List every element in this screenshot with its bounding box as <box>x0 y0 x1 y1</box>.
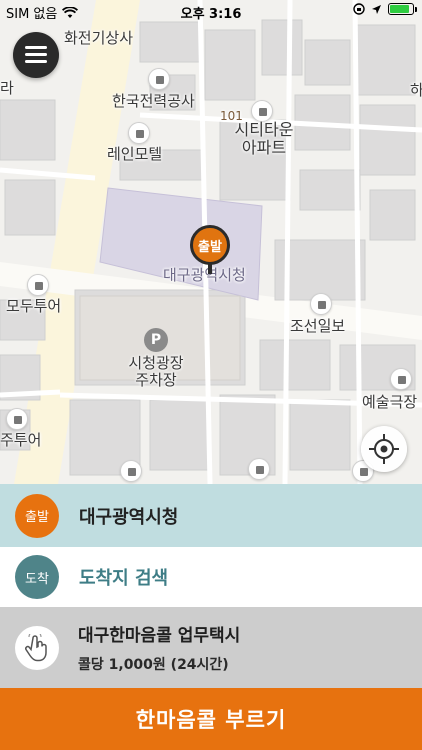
map-view[interactable]: 화전기상사 라 하 한국전력공사 101 시티타운 아파트 레인모텔 대구광역시… <box>0 0 422 484</box>
hamburger-icon-line-1 <box>25 46 47 49</box>
map-label-city-town: 시티타운 아파트 <box>227 120 301 158</box>
lock-rotation-icon <box>353 3 365 15</box>
start-badge: 출발 <box>15 493 59 538</box>
location-arrow-icon <box>372 4 381 14</box>
start-location-text: 대구광역시청 <box>79 506 179 528</box>
battery-icon <box>388 3 417 15</box>
taxi-service-name: 대구한마음콜 업무택시 <box>78 626 241 646</box>
taxi-info: 대구한마음콜 업무택시 콜당 1,000원 (24시간) <box>78 621 240 674</box>
map-label-rain-motel: 레인모텔 <box>107 145 163 163</box>
map-label-chosun: 조선일보 <box>290 317 346 335</box>
menu-button[interactable] <box>13 32 59 78</box>
poi-motel-marker[interactable] <box>128 122 150 144</box>
map-label-right-edge: 하 <box>410 81 422 99</box>
poi-chosun-marker[interactable] <box>310 293 332 315</box>
map-label-parking-line2: 주차장 <box>135 371 177 390</box>
tap-hand-icon <box>15 625 59 670</box>
poi-kepco-marker[interactable] <box>148 68 170 90</box>
status-bar: SIM 없음 오후 3:16 <box>0 0 422 22</box>
map-label-modu-tour: 모두투어 <box>6 297 62 315</box>
poi-tour-marker[interactable] <box>6 408 28 430</box>
map-label-tour-edge: 주투어 <box>0 431 42 449</box>
status-right <box>353 3 417 15</box>
map-label-left-edge: 라 <box>0 79 14 97</box>
current-location-button[interactable] <box>361 426 407 472</box>
battery-fill <box>390 5 409 13</box>
map-label-city-hall: 대구광역시청 <box>163 266 246 284</box>
destination-badge: 도착 <box>15 555 59 599</box>
start-pin-label: 출발 <box>198 239 222 255</box>
start-location-row[interactable]: 출발 대구광역시청 <box>0 484 422 547</box>
hamburger-icon-line-2 <box>25 53 47 56</box>
hamburger-icon-line-3 <box>25 60 47 63</box>
taxi-service-row[interactable]: 대구한마음콜 업무택시 콜당 1,000원 (24시간) <box>0 607 422 688</box>
parking-icon[interactable]: P <box>144 328 168 352</box>
map-label-kepco: 한국전력공사 <box>112 92 195 110</box>
destination-search-text: 도착지 검색 <box>79 568 169 589</box>
map-label-parking-line1: 시청광장 <box>128 354 184 372</box>
poi-theater-marker[interactable] <box>390 368 412 390</box>
poi-modu-tour-marker[interactable] <box>27 274 49 296</box>
map-label-electric-shop: 화전기상사 <box>64 29 134 47</box>
map-label-city-town-line2: 아파트 <box>241 138 287 158</box>
poi-marker-bottom-2[interactable] <box>248 458 270 480</box>
start-location-pin[interactable]: 출발 <box>190 225 230 265</box>
map-label-parking: 시청광장 주차장 <box>116 354 196 390</box>
taxi-service-price: 콜당 1,000원 (24시간) <box>78 657 229 673</box>
call-taxi-button[interactable]: 한마음콜 부르기 <box>0 688 422 750</box>
poi-apartment-marker[interactable] <box>251 100 273 122</box>
destination-search-row[interactable]: 도착 도착지 검색 <box>0 547 422 607</box>
crosshair-icon <box>369 434 399 464</box>
map-label-art-theater: 예술극장 <box>362 393 418 411</box>
map-label-city-town-line1: 시티타운 <box>234 120 294 139</box>
poi-marker-bottom-1[interactable] <box>120 460 142 482</box>
